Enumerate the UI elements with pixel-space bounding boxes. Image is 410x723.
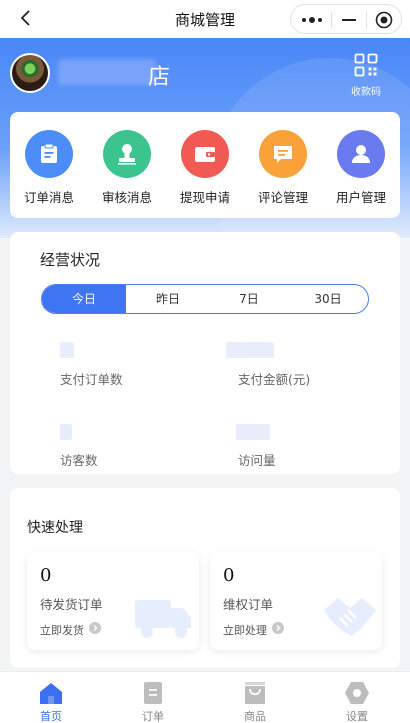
period-tab-yesterday[interactable]: 昨日 — [126, 285, 210, 313]
quick-menu-label: 用户管理 — [335, 190, 386, 205]
business-status-title: 经营状况 — [40, 251, 101, 269]
shop-name: 店 — [148, 65, 172, 90]
shop-name-redaction — [58, 59, 156, 85]
quick-menu-withdraw-requests[interactable]: 提现申请 — [172, 130, 238, 206]
quick-menu-user-management[interactable]: 用户管理 — [328, 130, 394, 206]
stat-label-paid-amount: 支付金额(元) — [238, 372, 311, 387]
rights-protection-count: 0 — [223, 565, 235, 586]
tab-label: 订单 — [142, 710, 164, 723]
quick-menu-label: 审核消息 — [101, 190, 152, 205]
chevron-right-icon — [272, 622, 284, 634]
shop-avatar[interactable] — [10, 53, 50, 93]
wallet-icon — [195, 147, 215, 162]
period-selector: 今日 昨日 7日 30日 — [41, 284, 369, 314]
period-tab-7days[interactable]: 7日 — [210, 285, 288, 313]
ship-now-link[interactable]: 立即发货 — [40, 622, 84, 638]
stat-label-visitors: 访客数 — [60, 453, 98, 468]
minimize-icon[interactable] — [342, 19, 356, 21]
more-dots-icon[interactable] — [301, 15, 323, 25]
tab-orders[interactable]: 订单 — [102, 672, 204, 723]
order-icon — [144, 682, 162, 704]
quick-menu-card: 订单消息 审核消息 提现申请 评论管理 用户管理 — [10, 112, 400, 218]
truck-icon — [135, 600, 191, 638]
qr-code-label: 收款码 — [351, 87, 381, 98]
rights-protection-card[interactable]: 0 维权订单 立即处理 — [210, 552, 382, 650]
stamp-icon — [118, 144, 136, 165]
user-icon — [352, 145, 370, 163]
period-tab-today[interactable]: 今日 — [42, 285, 126, 313]
tab-settings[interactable]: 设置 — [306, 672, 408, 723]
settings-icon — [345, 682, 369, 704]
quick-menu-review-messages[interactable]: 审核消息 — [94, 130, 160, 206]
quick-menu-label: 提现申请 — [179, 190, 230, 205]
capsule-divider — [366, 12, 367, 28]
pending-shipment-count: 0 — [40, 565, 52, 586]
stat-value-redacted — [236, 424, 270, 440]
qr-code-button[interactable]: 收款码 — [348, 53, 384, 101]
stat-value-redacted — [60, 424, 72, 440]
stat-value-redacted — [226, 342, 274, 358]
tab-label: 首页 — [40, 710, 62, 723]
quick-menu-label: 订单消息 — [23, 190, 74, 205]
quick-menu-order-messages[interactable]: 订单消息 — [16, 130, 82, 206]
navbar: 商城管理 — [0, 0, 410, 38]
clipboard-icon — [41, 143, 57, 163]
period-tab-30days[interactable]: 30日 — [288, 285, 368, 313]
mini-program-capsule — [290, 4, 402, 34]
stat-label-paid-orders: 支付订单数 — [60, 372, 123, 387]
bottom-tab-bar: 首页 订单 商品 设置 — [0, 671, 410, 723]
tab-label: 设置 — [346, 710, 368, 723]
close-target-icon[interactable] — [375, 11, 393, 29]
comment-icon — [274, 146, 292, 163]
quick-menu-comment-management[interactable]: 评论管理 — [250, 130, 316, 206]
tab-home[interactable]: 首页 — [0, 672, 102, 723]
handshake-icon — [324, 598, 376, 636]
pending-shipment-card[interactable]: 0 待发货订单 立即发货 — [27, 552, 199, 650]
bag-icon — [245, 682, 265, 704]
business-status-card: 经营状况 今日 昨日 7日 30日 支付订单数 支付金额(元) 访客数 访问量 — [10, 232, 400, 474]
home-icon — [40, 683, 62, 704]
handle-now-link[interactable]: 立即处理 — [223, 622, 267, 638]
chevron-right-icon — [89, 622, 101, 634]
quick-handle-card: 快速处理 0 待发货订单 立即发货 0 维权订单 立即处理 — [10, 488, 400, 668]
tab-products[interactable]: 商品 — [204, 672, 306, 723]
stat-value-redacted — [60, 342, 74, 358]
quick-handle-title: 快速处理 — [27, 520, 83, 536]
tab-label: 商品 — [244, 710, 266, 723]
rights-protection-label: 维权订单 — [223, 597, 274, 612]
stat-label-page-views: 访问量 — [238, 453, 276, 468]
quick-menu-label: 评论管理 — [257, 190, 308, 205]
qr-code-icon — [354, 53, 378, 77]
pending-shipment-label: 待发货订单 — [40, 597, 103, 612]
capsule-divider — [331, 12, 332, 28]
